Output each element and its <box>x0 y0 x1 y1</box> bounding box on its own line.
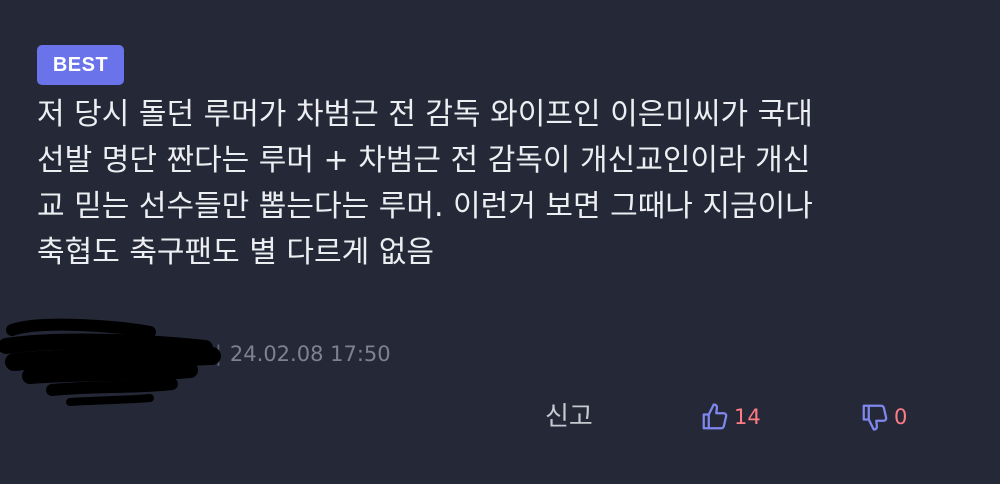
thumbs-down-icon <box>860 402 890 432</box>
comment-line: 선발 명단 짠다는 루머 + 차범근 전 감독이 개신교인이라 개신 <box>37 143 811 178</box>
comment-line: 축협도 축구팬도 별 다르게 없음 <box>37 235 434 270</box>
like-button[interactable]: 14 <box>700 396 761 438</box>
best-badge: BEST <box>37 45 124 85</box>
redaction-scribble <box>0 318 221 406</box>
comment-timestamp: 24.02.08 17:50 <box>229 342 391 366</box>
comment-line: 교 믿는 선수들만 뽑는다는 루머. 이런거 보면 그때나 지금이나 <box>37 189 813 224</box>
thumbs-up-icon <box>700 402 730 432</box>
like-count: 14 <box>734 405 761 429</box>
dislike-button[interactable]: 0 <box>860 396 907 438</box>
dislike-count: 0 <box>894 405 908 429</box>
comment-line: 저 당시 돌던 루머가 차범근 전 감독 와이프인 이은미씨가 국대 <box>37 97 813 132</box>
comment-text: 저 당시 돌던 루머가 차범근 전 감독 와이프인 이은미씨가 국대 선발 명단… <box>37 92 972 276</box>
report-button[interactable]: 신고 <box>545 396 593 438</box>
